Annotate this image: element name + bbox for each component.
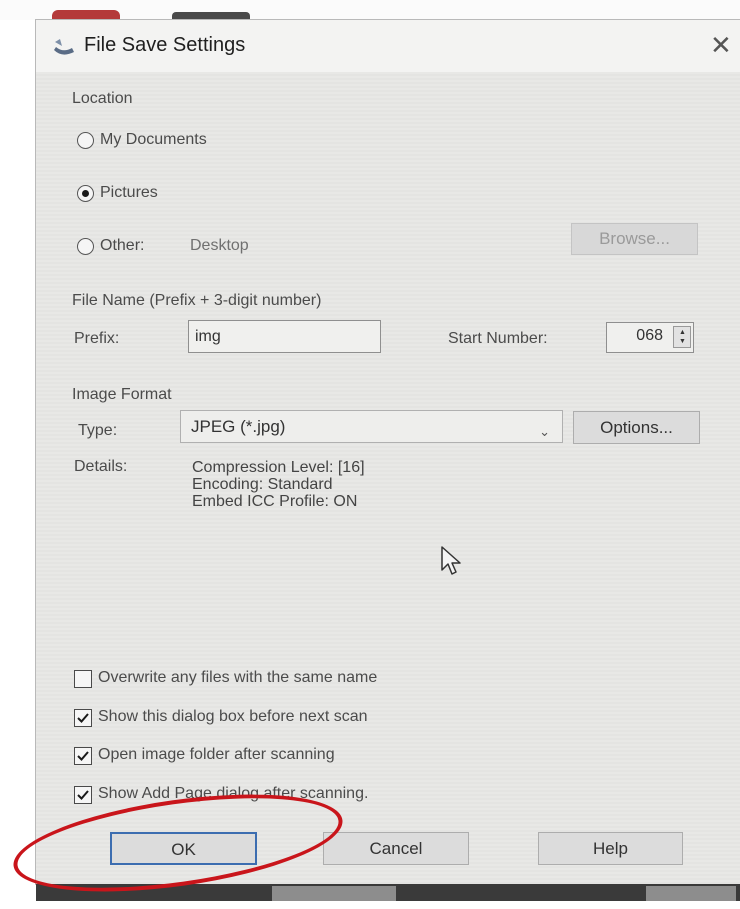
- checkmark-icon: [77, 713, 89, 723]
- prefix-input[interactable]: img: [188, 320, 381, 353]
- checkbox-overwrite-label[interactable]: Overwrite any files with the same name: [98, 669, 377, 687]
- dialog-title: File Save Settings: [84, 34, 246, 56]
- start-number-spinner[interactable]: 068 ▲ ▼: [606, 322, 694, 353]
- scanner-app-icon: [54, 39, 74, 55]
- options-button[interactable]: Options...: [573, 411, 700, 444]
- cancel-button[interactable]: Cancel: [323, 832, 469, 865]
- checkbox-open-folder-label[interactable]: Open image folder after scanning: [98, 746, 335, 764]
- spinner-arrows[interactable]: ▲ ▼: [673, 326, 691, 348]
- checkbox-open-folder[interactable]: [74, 747, 92, 765]
- image-format-heading: Image Format: [72, 386, 172, 403]
- detail-line: Encoding: Standard: [192, 476, 333, 493]
- checkbox-add-page[interactable]: [74, 786, 92, 804]
- details-label: Details:: [74, 458, 128, 475]
- spinner-down-icon[interactable]: ▼: [679, 338, 686, 346]
- close-icon[interactable]: ✕: [710, 30, 732, 60]
- spinner-up-icon[interactable]: ▲: [679, 329, 686, 337]
- radio-my-documents-label[interactable]: My Documents: [100, 131, 207, 149]
- title-bar[interactable]: File Save Settings ✕: [36, 20, 740, 72]
- type-label: Type:: [78, 422, 118, 439]
- thumbnail-image: [646, 886, 736, 901]
- start-number-value: 068: [636, 327, 663, 344]
- prefix-label: Prefix:: [74, 330, 120, 347]
- details-text: Compression Level: [16] Encoding: Standa…: [192, 459, 365, 510]
- checkmark-icon: [77, 790, 89, 800]
- type-dropdown-value: JPEG (*.jpg): [191, 417, 286, 436]
- mouse-pointer-icon: [441, 546, 461, 575]
- radio-my-documents[interactable]: [77, 132, 94, 149]
- file-name-heading: File Name (Prefix + 3-digit number): [72, 292, 322, 309]
- radio-selected-dot: [81, 189, 89, 197]
- detail-line: Compression Level: [16]: [192, 459, 365, 476]
- checkbox-overwrite[interactable]: [74, 670, 92, 688]
- checkbox-show-dialog[interactable]: [74, 709, 92, 727]
- chevron-down-icon: ⌄: [539, 424, 550, 439]
- other-path-text: Desktop: [190, 237, 249, 254]
- background-thumbnail-strip: [36, 884, 740, 901]
- start-number-label: Start Number:: [448, 330, 548, 347]
- thumbnail-image: [272, 886, 396, 901]
- browse-button[interactable]: Browse...: [571, 223, 698, 255]
- help-button[interactable]: Help: [538, 832, 683, 865]
- checkbox-add-page-label[interactable]: Show Add Page dialog after scanning.: [98, 785, 368, 803]
- type-dropdown[interactable]: JPEG (*.jpg) ⌄: [180, 410, 563, 443]
- radio-other[interactable]: [77, 238, 94, 255]
- detail-line: Embed ICC Profile: ON: [192, 493, 358, 510]
- radio-pictures-label[interactable]: Pictures: [100, 184, 158, 202]
- file-save-settings-dialog: File Save Settings ✕ Location My Documen…: [36, 20, 740, 884]
- radio-other-label[interactable]: Other:: [100, 237, 144, 255]
- location-heading: Location: [72, 90, 133, 107]
- radio-pictures[interactable]: [77, 185, 94, 202]
- ok-button[interactable]: OK: [110, 832, 257, 865]
- checkmark-icon: [77, 751, 89, 761]
- checkbox-show-dialog-label[interactable]: Show this dialog box before next scan: [98, 708, 368, 726]
